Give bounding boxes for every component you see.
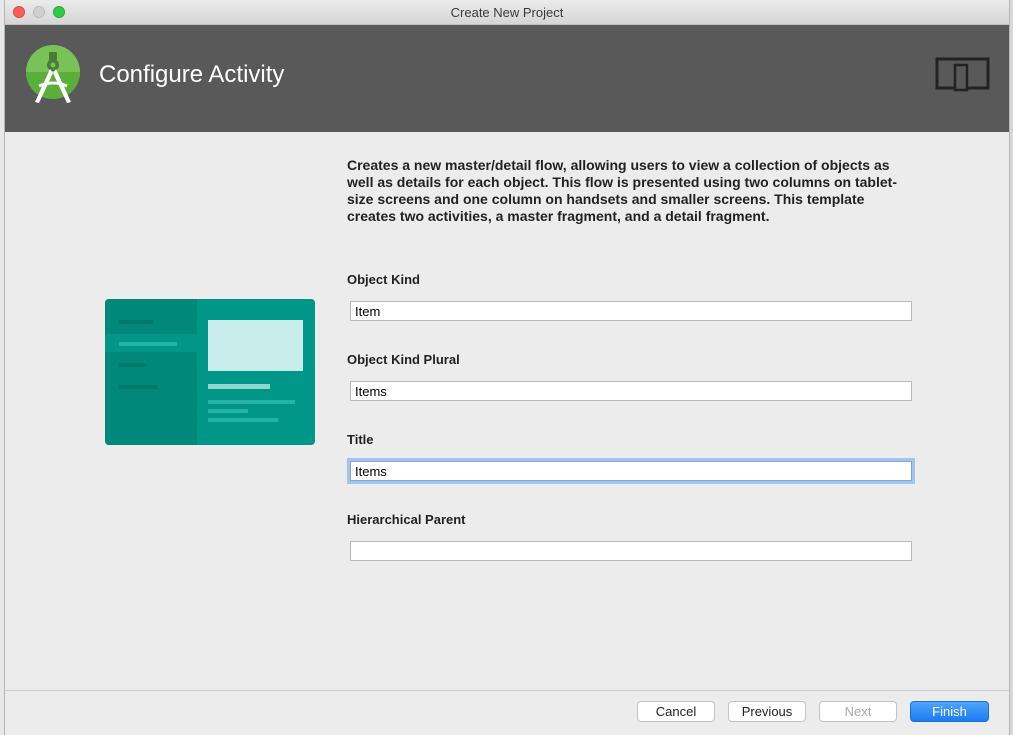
object-kind-plural-label: Object Kind Plural (347, 352, 460, 367)
hierarchical-parent-input[interactable] (350, 541, 912, 561)
object-kind-plural-input[interactable] (350, 381, 912, 401)
hierarchical-parent-label: Hierarchical Parent (347, 512, 466, 527)
page-title: Configure Activity (99, 61, 285, 88)
android-studio-logo-icon (26, 45, 80, 103)
window-title: Create New Project (450, 5, 564, 20)
object-kind-input[interactable] (350, 301, 912, 321)
create-project-dialog: Create New Project Configure Activity Cr… (4, 0, 1010, 735)
next-button: Next (819, 701, 897, 722)
title-label: Title (347, 432, 374, 447)
cancel-button[interactable]: Cancel (637, 701, 715, 722)
finish-button[interactable]: Finish (910, 701, 989, 722)
template-description: Creates a new master/detail flow, allowi… (347, 157, 897, 224)
master-detail-preview-image (105, 299, 315, 445)
footer-divider (5, 690, 1009, 691)
previous-button[interactable]: Previous (728, 701, 806, 722)
title-input[interactable] (350, 461, 912, 481)
object-kind-label: Object Kind (347, 272, 420, 287)
tablet-phone-icon (935, 57, 990, 92)
wizard-header: Configure Activity (5, 25, 1009, 132)
title-bar: Create New Project (5, 0, 1009, 25)
